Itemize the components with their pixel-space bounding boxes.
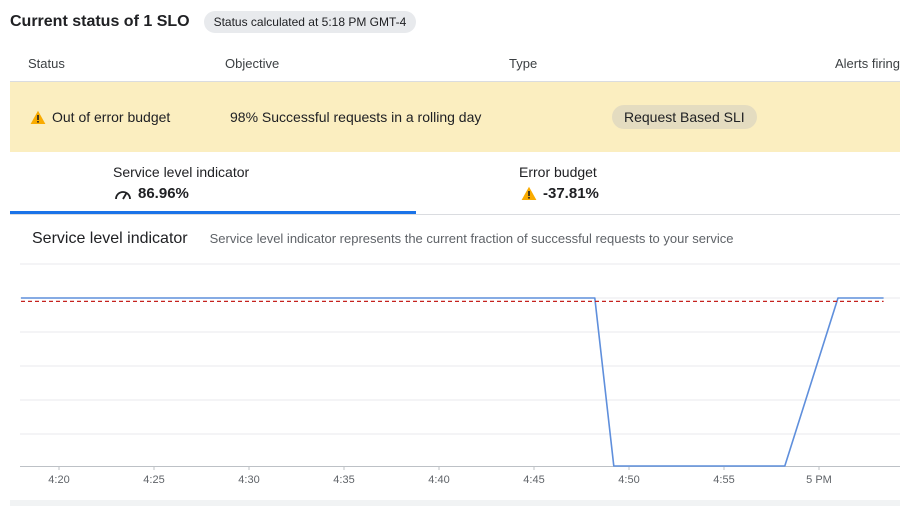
column-alerts-firing[interactable]: Alerts firing: [835, 56, 900, 71]
x-tick-label: 4:45: [523, 474, 544, 486]
gauge-icon: [115, 190, 131, 199]
tab-error-budget-label: Error budget: [519, 164, 597, 180]
column-objective[interactable]: Objective: [225, 56, 279, 71]
x-tick-label: 5 PM: [806, 474, 832, 486]
x-tick-label: 4:25: [143, 474, 164, 486]
tab-sli-value: 86.96%: [138, 185, 189, 202]
chart-header: Service level indicator Service level in…: [32, 230, 733, 248]
sli-line: [21, 297, 884, 467]
chart-title: Service level indicator: [32, 230, 188, 247]
chart-description: Service level indicator represents the c…: [209, 231, 734, 246]
column-type[interactable]: Type: [509, 56, 537, 71]
row-status-text: Out of error budget: [52, 109, 171, 125]
row-objective: 98% Successful requests in a rolling day: [230, 109, 482, 125]
x-tick-label: 4:20: [48, 474, 69, 486]
x-tick-label: 4:50: [618, 474, 639, 486]
tab-sli-label: Service level indicator: [113, 164, 250, 180]
chart-bottom-border: [10, 500, 900, 506]
tab-service-level-indicator[interactable]: Service level indicator 86.96%: [10, 152, 416, 214]
row-type-cell: Request Based SLI: [612, 82, 757, 152]
tab-error-budget-value: -37.81%: [543, 185, 599, 202]
tab-sli-value-row: 86.96%: [114, 185, 189, 202]
x-tick-label: 4:30: [238, 474, 259, 486]
row-status-cell: Out of error budget: [30, 82, 170, 152]
warning-icon: [30, 110, 46, 124]
slo-row[interactable]: Out of error budget 98% Successful reque…: [10, 82, 900, 152]
warning-icon: [521, 186, 537, 200]
sli-chart[interactable]: 4:20 4:25 4:30 4:35 4:40 4:45 4:50 4:55 5 PM: [0, 258, 900, 506]
x-tick-label: 4:40: [428, 474, 449, 486]
sli-tabs: Service level indicator 86.96% Error bud…: [10, 152, 900, 215]
header: Current status of 1 SLO Status calculate…: [10, 8, 417, 36]
x-tick-label: 4:55: [713, 474, 734, 486]
tab-error-budget-value-row: -37.81%: [521, 185, 599, 202]
x-tick-label: 4:35: [333, 474, 354, 486]
page-title: Current status of 1 SLO: [10, 13, 190, 30]
table-header: Status Objective Type Alerts firing: [10, 48, 900, 82]
sli-chart-svg[interactable]: 4:20 4:25 4:30 4:35 4:40 4:45 4:50 4:55 5 PM: [0, 258, 900, 506]
tab-error-budget[interactable]: Error budget -37.81%: [416, 152, 900, 214]
type-chip: Request Based SLI: [612, 105, 757, 129]
column-status[interactable]: Status: [28, 56, 65, 71]
status-calculated-chip: Status calculated at 5:18 PM GMT-4: [203, 11, 417, 33]
